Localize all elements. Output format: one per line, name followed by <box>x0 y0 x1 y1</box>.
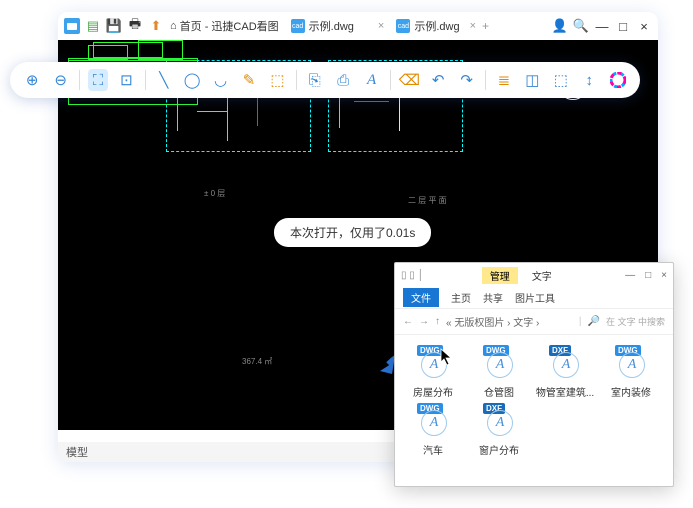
file-label: 物管室建筑... <box>536 384 594 399</box>
file-explorer-window: ▯ ▯ │ 管理 文字 — □ × 文件 主页 共享 图片工具 ← → ↑ « … <box>394 262 674 487</box>
search-icon[interactable]: 🔍 <box>573 18 589 34</box>
file-item[interactable]: DWGA 房屋分布 <box>401 345 465 399</box>
file-glyph: A <box>487 410 513 436</box>
file-label: 仓管图 <box>484 384 514 399</box>
file-label: 窗户分布 <box>479 442 519 457</box>
explorer-navbar: ← → ↑ « 无版权图片 › 文字 › | 🔎 在 文字 中搜索 <box>395 309 673 335</box>
file-icon: DWGA <box>613 345 649 381</box>
search-input[interactable]: 在 文字 中搜索 <box>606 315 665 328</box>
pan-icon[interactable]: ⊡ <box>116 69 136 91</box>
explorer-menubar: 文件 主页 共享 图片工具 <box>395 287 673 309</box>
model-space-tab[interactable]: 模型 <box>66 444 88 460</box>
nav-forward-icon[interactable]: → <box>419 316 429 327</box>
paste-icon[interactable]: ⎙ <box>333 69 353 91</box>
file-icon: DWGA <box>481 345 517 381</box>
measure-icon[interactable]: ↕ <box>579 69 599 91</box>
maximize-icon[interactable]: □ <box>645 270 651 281</box>
color-wheel-icon[interactable] <box>607 69 627 91</box>
floating-toolbar: ⊕ ⊖ ⛶ ⊡ ╲ ◯ ◡ ✎ ⬚ ⎘ ⎙ A ⌫ ↶ ↷ ≣ ◫ ⬚ ↕ <box>10 62 640 98</box>
file-item[interactable]: DXFA 窗户分布 <box>467 403 531 457</box>
file-glyph: A <box>421 352 447 378</box>
dimension-text: 367.4 ㎡ <box>242 356 272 367</box>
highlight-tool-icon[interactable]: ⬚ <box>267 69 287 91</box>
circle-tool-icon[interactable]: ◯ <box>182 69 202 91</box>
file-item[interactable]: DWGA 汽车 <box>401 403 465 457</box>
nav-back-icon[interactable]: ← <box>403 316 413 327</box>
file-glyph: A <box>421 410 447 436</box>
file-icon: DXFA <box>481 403 517 439</box>
folder-icon: ▯ ▯ │ <box>401 270 424 281</box>
print-icon[interactable]: 🖶 <box>127 18 143 34</box>
user-icon[interactable]: 👤 <box>552 18 568 34</box>
file-grid: DWGA 房屋分布 DWGA 仓管图 DXFA 物管室建筑... DWGA 室内装修 DWGA 汽… <box>395 335 673 467</box>
file-label: 室内装修 <box>611 384 651 399</box>
erase-tool-icon[interactable]: ⌫ <box>399 69 420 91</box>
file-tab-2[interactable]: cad 示例.dwg × <box>396 18 476 34</box>
app-icon <box>64 18 80 34</box>
home-tab[interactable]: ⌂ 首页 - 迅捷CAD看图 <box>170 18 279 34</box>
plan-label-right: 二 层 平 面 <box>408 195 447 206</box>
menu-file[interactable]: 文件 <box>403 288 439 307</box>
new-tab-button[interactable]: + <box>482 19 489 33</box>
file-item[interactable]: DWGA 室内装修 <box>599 345 663 399</box>
dwg-icon: cad <box>396 19 410 33</box>
file-icon: DWGA <box>415 345 451 381</box>
explorer-title: 文字 <box>532 268 552 283</box>
titlebar: ▤ 💾 🖶 ⬆ ⌂ 首页 - 迅捷CAD看图 cad 示例.dwg × cad … <box>58 12 658 40</box>
file-glyph: A <box>553 352 579 378</box>
export-icon[interactable]: ⬆ <box>148 18 164 34</box>
tab-label: 示例.dwg <box>414 18 459 34</box>
quick-access-toolbar: ▤ 💾 🖶 ⬆ <box>64 18 164 34</box>
open-icon[interactable]: ▤ <box>85 18 101 34</box>
menu-picture-tools[interactable]: 图片工具 <box>515 290 555 305</box>
arc-tool-icon[interactable]: ◡ <box>210 69 230 91</box>
file-item[interactable]: DWGA 仓管图 <box>467 345 531 399</box>
file-label: 汽车 <box>423 442 443 457</box>
menu-home[interactable]: 主页 <box>451 290 471 305</box>
zoom-out-icon[interactable]: ⊖ <box>50 69 70 91</box>
home-icon: ⌂ <box>170 20 177 32</box>
3d-view-icon[interactable]: ◫ <box>522 69 542 91</box>
line-tool-icon[interactable]: ╲ <box>154 69 174 91</box>
ribbon-tab-manage[interactable]: 管理 <box>482 267 518 284</box>
undo-icon[interactable]: ↶ <box>428 69 448 91</box>
menu-share[interactable]: 共享 <box>483 290 503 305</box>
file-item[interactable]: DXFA 物管室建筑... <box>533 345 597 399</box>
save-icon[interactable]: 💾 <box>106 18 122 34</box>
polyline-tool-icon[interactable]: ✎ <box>239 69 259 91</box>
layers-icon[interactable]: ≣ <box>494 69 514 91</box>
maximize-icon[interactable]: □ <box>615 18 631 34</box>
file-tab-1[interactable]: cad 示例.dwg × <box>291 18 385 34</box>
toast-message: 本次打开，仅用了0.01s <box>274 218 431 247</box>
nav-up-icon[interactable]: ↑ <box>435 316 440 327</box>
window-controls: 👤 🔍 — □ × <box>552 18 652 34</box>
minimize-icon[interactable]: — <box>625 270 635 281</box>
close-icon[interactable]: × <box>470 20 476 32</box>
file-glyph: A <box>487 352 513 378</box>
close-icon[interactable]: × <box>378 20 384 32</box>
copy-icon[interactable]: ⎘ <box>305 69 325 91</box>
3d-wireframe-icon[interactable]: ⬚ <box>551 69 571 91</box>
minimize-icon[interactable]: — <box>594 18 610 34</box>
explorer-titlebar: ▯ ▯ │ 管理 文字 — □ × <box>395 263 673 287</box>
text-tool-icon[interactable]: A <box>361 69 381 91</box>
zoom-window-icon[interactable]: ⛶ <box>88 69 108 91</box>
file-label: 房屋分布 <box>413 384 453 399</box>
close-icon[interactable]: × <box>661 270 667 281</box>
breadcrumb-path[interactable]: « 无版权图片 › 文字 › <box>446 314 573 329</box>
file-icon: DXFA <box>547 345 583 381</box>
dwg-icon: cad <box>291 19 305 33</box>
search-icon: 🔎 <box>588 316 600 327</box>
plan-label-left: ± 0 层 <box>204 188 225 199</box>
tab-label: 示例.dwg <box>309 18 354 34</box>
redo-icon[interactable]: ↷ <box>456 69 476 91</box>
file-icon: DWGA <box>415 403 451 439</box>
home-tab-label: 首页 - 迅捷CAD看图 <box>180 18 279 34</box>
close-window-icon[interactable]: × <box>636 18 652 34</box>
toast-text: 本次打开，仅用了0.01s <box>290 226 415 240</box>
zoom-extents-icon[interactable]: ⊕ <box>22 69 42 91</box>
file-glyph: A <box>619 352 645 378</box>
